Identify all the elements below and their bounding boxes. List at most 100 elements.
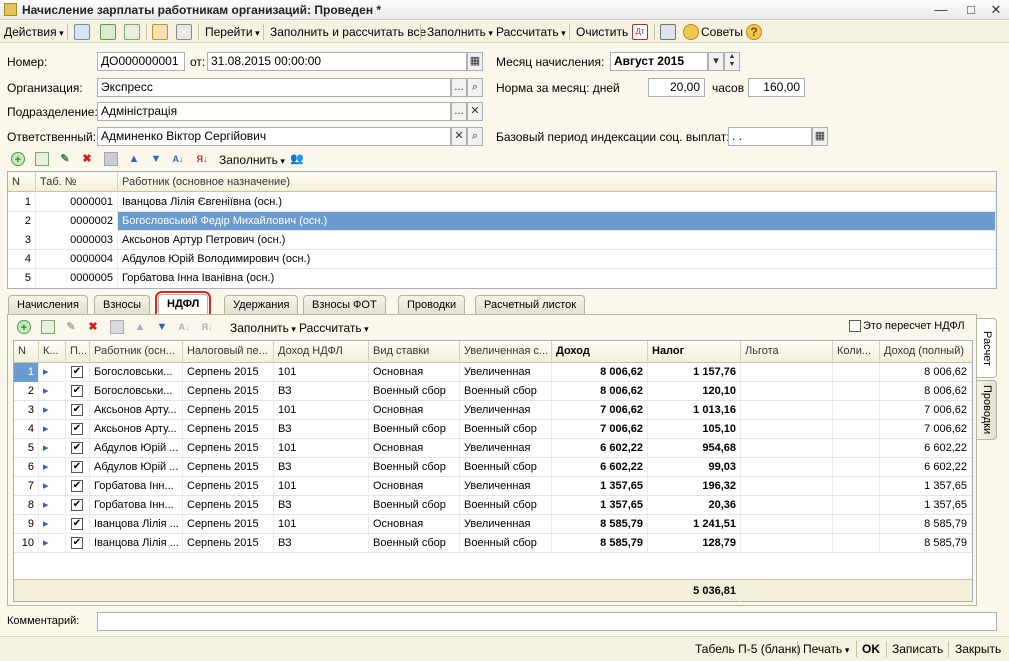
employee-row[interactable]: 5 0000005 Горбатова Інна Іванівна (осн.) [8, 269, 996, 288]
sort-desc-icon[interactable]: Я↓ [200, 320, 214, 334]
column-header[interactable]: Доход НДФЛ [274, 341, 369, 361]
post-doc-icon[interactable] [100, 24, 116, 40]
delete-row-icon[interactable]: ✖ [86, 320, 100, 334]
tabel-p5-button[interactable]: Табель П-5 (бланк) [695, 641, 801, 657]
copy-row-icon[interactable] [35, 152, 49, 166]
employee-row[interactable]: 3 0000003 Аксьонов Артур Петрович (осн.) [8, 231, 996, 250]
responsible-field[interactable]: Админенко Віктор Сергійович [97, 127, 451, 146]
month-spin-icon[interactable]: ▲ ▼ [724, 52, 740, 71]
ndfl-row[interactable]: 10 ▸ ✔ Іванцова Лілія ... Серпень 2015 ВЗ Воен… [14, 534, 972, 553]
select-ellipsis-icon[interactable]: ... [451, 78, 467, 97]
sort-asc-icon[interactable]: A↓ [177, 320, 191, 334]
tips-icon[interactable] [683, 24, 699, 40]
fill-menu[interactable]: Заполнить [427, 24, 493, 40]
print-menu[interactable]: Печать [803, 641, 849, 657]
column-header[interactable]: К... [39, 341, 66, 361]
column-header[interactable]: Вид ставки [369, 341, 460, 361]
add-row-icon[interactable]: + [17, 320, 31, 334]
number-field[interactable]: ДО000000001 [97, 52, 185, 71]
tab-deductions[interactable]: Удержания [224, 295, 299, 314]
clear-x-icon[interactable]: ✕ [467, 102, 483, 121]
column-header[interactable]: N [8, 172, 36, 192]
move-down-icon[interactable]: ▼ [155, 320, 169, 334]
column-header[interactable]: N [14, 341, 39, 361]
edit-row-icon[interactable]: ✎ [58, 152, 72, 166]
row-active-checkbox[interactable]: ✔ [71, 442, 83, 454]
open-search-icon[interactable]: ⌕ [467, 127, 483, 146]
structure-icon[interactable] [176, 24, 192, 40]
column-header[interactable]: Увеличенная с... [460, 341, 552, 361]
close-button[interactable]: Закрыть [955, 641, 1001, 657]
tab-contributions[interactable]: Взносы [94, 295, 150, 314]
column-header[interactable]: П... [66, 341, 90, 361]
open-search-icon[interactable]: ⌕ [467, 78, 483, 97]
fill-employees-menu[interactable]: Заполнить [219, 152, 285, 168]
ndfl-row[interactable]: 1 ▸ ✔ Богословськи... Серпень 2015 101 Основна… [14, 363, 972, 382]
side-tab-postings[interactable]: Проводки [977, 380, 997, 440]
employee-row-selected[interactable]: 2 0000002 Богословський Федір Михайлович… [8, 212, 996, 231]
ndfl-calculate-menu[interactable]: Рассчитать [299, 320, 369, 336]
dt-kt-icon[interactable]: Дт [632, 24, 648, 40]
save-doc-icon[interactable] [74, 24, 90, 40]
row-active-checkbox[interactable]: ✔ [71, 499, 83, 511]
ndfl-row[interactable]: 8 ▸ ✔ Горбатова Інн... Серпень 2015 ВЗ Военный… [14, 496, 972, 515]
column-header[interactable]: Работник (осн... [90, 341, 183, 361]
tab-ndfl[interactable]: НДФЛ [154, 291, 212, 318]
ndfl-row[interactable]: 7 ▸ ✔ Горбатова Інн... Серпень 2015 101 Основн… [14, 477, 972, 496]
base-period-field[interactable]: . . [728, 127, 812, 146]
date-field[interactable]: 31.08.2015 00:00:00 [207, 52, 467, 71]
tab-payslip[interactable]: Расчетный листок [475, 295, 586, 314]
list-icon[interactable] [660, 24, 676, 40]
column-header[interactable]: Налог [648, 341, 741, 361]
ndfl-row[interactable]: 6 ▸ ✔ Абдулов Юрій ... Серпень 2015 ВЗ Военный… [14, 458, 972, 477]
minimize-button[interactable]: — [930, 1, 952, 19]
column-header[interactable]: Льгота [741, 341, 833, 361]
norm-hours-field[interactable]: 160,00 [748, 78, 805, 97]
row-active-checkbox[interactable]: ✔ [71, 518, 83, 530]
calculate-menu[interactable]: Рассчитать [496, 24, 566, 40]
ndfl-row[interactable]: 5 ▸ ✔ Абдулов Юрій ... Серпень 2015 101 Основн… [14, 439, 972, 458]
ndfl-row[interactable]: 2 ▸ ✔ Богословськи... Серпень 2015 ВЗ Военный … [14, 382, 972, 401]
move-up-icon[interactable]: ▲ [127, 152, 141, 166]
column-header[interactable]: Коли... [833, 341, 880, 361]
goto-menu[interactable]: Перейти [205, 24, 260, 40]
tab-accruals[interactable]: Начисления [8, 295, 88, 314]
tips-button[interactable]: Советы [701, 24, 743, 40]
move-down-icon[interactable]: ▼ [149, 152, 163, 166]
based-on-icon[interactable] [152, 24, 168, 40]
close-window-button[interactable]: ✕ [985, 1, 1007, 19]
row-active-checkbox[interactable]: ✔ [71, 423, 83, 435]
add-row-icon[interactable]: + [11, 152, 25, 166]
ndfl-row[interactable]: 9 ▸ ✔ Іванцова Лілія ... Серпень 2015 101 Осно… [14, 515, 972, 534]
comment-field[interactable] [97, 612, 997, 631]
calendar-icon[interactable]: ▦ [812, 127, 828, 146]
clear-x-icon[interactable]: ✕ [451, 127, 467, 146]
column-header[interactable]: Доход (полный) [880, 341, 972, 361]
ndfl-fill-menu[interactable]: Заполнить [230, 320, 296, 336]
norm-days-field[interactable]: 20,00 [648, 78, 705, 97]
end-edit-icon[interactable] [110, 320, 124, 334]
ok-button[interactable]: OK [862, 641, 880, 657]
save-button[interactable]: Записать [892, 641, 943, 657]
move-up-icon[interactable]: ▲ [133, 320, 147, 334]
sort-asc-icon[interactable]: A↓ [171, 152, 185, 166]
row-active-checkbox[interactable]: ✔ [71, 537, 83, 549]
column-header[interactable]: Налоговый пе... [183, 341, 274, 361]
edit-row-icon[interactable]: ✎ [64, 320, 78, 334]
delete-row-icon[interactable]: ✖ [80, 152, 94, 166]
column-header[interactable]: Работник (основное назначение) [118, 172, 996, 192]
department-field[interactable]: Адміністрація [97, 102, 451, 121]
column-header[interactable]: Таб. № [36, 172, 118, 192]
calendar-icon[interactable]: ▦ [467, 52, 483, 71]
actions-menu[interactable]: Действия [4, 24, 64, 40]
employee-row[interactable]: 4 0000004 Абдулов Юрій Володимирович (ос… [8, 250, 996, 269]
row-active-checkbox[interactable]: ✔ [71, 480, 83, 492]
recalc-ndfl-checkbox[interactable] [849, 320, 861, 332]
copy-row-icon[interactable] [41, 320, 55, 334]
ndfl-row[interactable]: 3 ▸ ✔ Аксьонов Арту... Серпень 2015 101 Основн… [14, 401, 972, 420]
employee-row[interactable]: 1 0000001 Іванцова Лілія Євгеніївна (осн… [8, 193, 996, 212]
organization-field[interactable]: Экспресс [97, 78, 451, 97]
row-active-checkbox[interactable]: ✔ [71, 404, 83, 416]
maximize-button[interactable]: □ [960, 1, 982, 19]
select-ellipsis-icon[interactable]: ... [451, 102, 467, 121]
